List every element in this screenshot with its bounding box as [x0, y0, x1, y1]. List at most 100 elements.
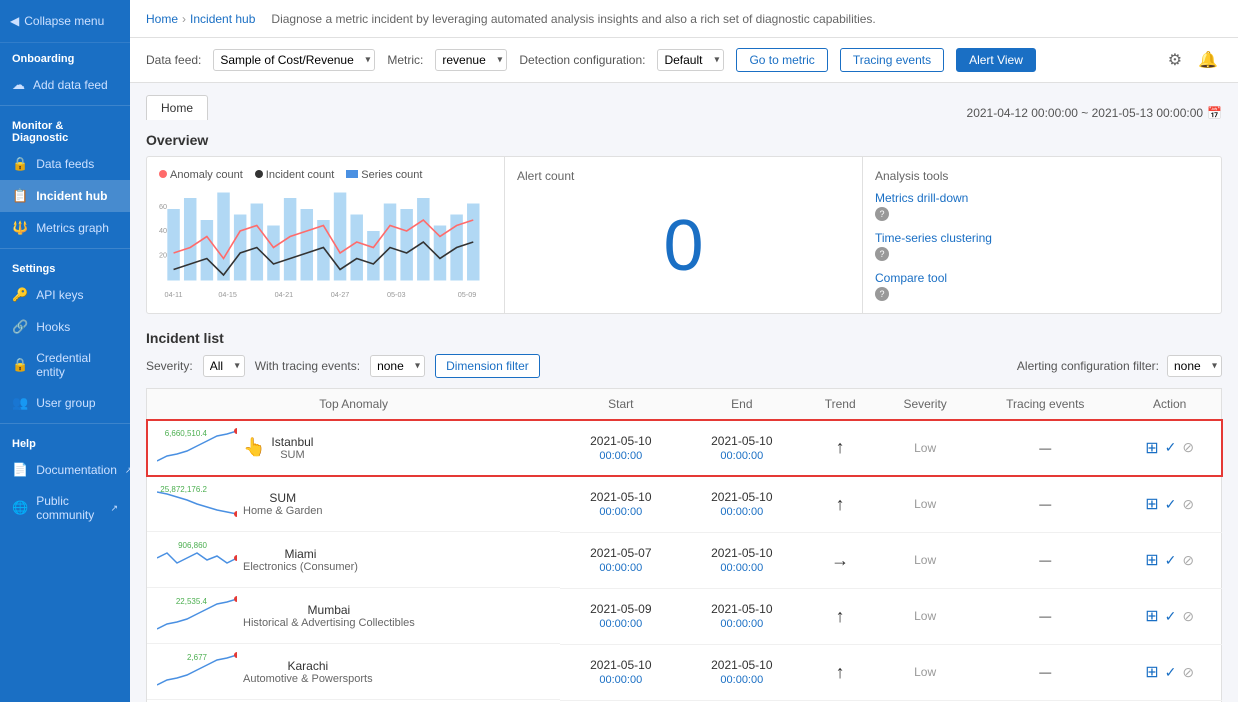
sidebar-item-incident-hub[interactable]: 📋 Incident hub: [0, 180, 130, 212]
detection-select[interactable]: Default: [657, 49, 724, 71]
sidebar-section-monitor: Monitor & Diagnostic: [0, 110, 130, 148]
col-action: Action: [1118, 389, 1221, 420]
diagnostic-action-icon[interactable]: ⊞: [1145, 494, 1158, 514]
tracing-events-cell: —: [972, 644, 1118, 700]
analysis-link-time-series-clustering[interactable]: Time-series clustering ?: [875, 231, 1209, 261]
sparkline-container: 2,677: [157, 650, 237, 693]
anomaly-name-block: MiamiElectronics (Consumer): [243, 547, 358, 573]
credential-icon: 🔒: [12, 357, 28, 373]
metric-select[interactable]: revenue: [435, 49, 507, 71]
start-date: 2021-05-10: [570, 434, 671, 448]
users-icon: 👥: [12, 395, 28, 411]
anomaly-location: Miami: [243, 547, 358, 561]
trend-cell: ↑: [802, 420, 878, 477]
sidebar-item-label: Credential entity: [36, 351, 118, 379]
check-action-icon[interactable]: ✓: [1165, 496, 1177, 513]
mute-action-icon[interactable]: ⊘: [1182, 439, 1194, 456]
sidebar-item-label: Metrics graph: [36, 221, 109, 235]
anomaly-category: Home & Garden: [243, 505, 322, 517]
check-action-icon[interactable]: ✓: [1165, 664, 1177, 681]
collapse-menu-button[interactable]: ◀ Collapse menu: [0, 0, 130, 43]
severity-select[interactable]: All: [203, 355, 245, 377]
sidebar-item-add-data-feed[interactable]: ☁ Add data feed: [0, 69, 130, 101]
sidebar-item-data-feeds[interactable]: 🔒 Data feeds: [0, 148, 130, 180]
sidebar-item-credential-entity[interactable]: 🔒 Credential entity: [0, 343, 130, 387]
tracing-events-select[interactable]: none: [370, 355, 425, 377]
end-cell: 2021-05-1000:00:00: [681, 420, 802, 477]
data-feed-select[interactable]: Sample of Cost/Revenue: [213, 49, 375, 71]
time-series-clustering-help-icon[interactable]: ?: [875, 247, 889, 261]
sparkline-chart: 25,872,176.2: [157, 482, 237, 522]
start-time-link[interactable]: 00:00:00: [599, 506, 642, 518]
sidebar-item-label: User group: [36, 396, 95, 410]
start-cell: 2021-05-1000:00:00: [560, 644, 681, 700]
end-time-link[interactable]: 00:00:00: [720, 674, 763, 686]
alert-view-button[interactable]: Alert View: [956, 48, 1036, 72]
compare-tool-help-icon[interactable]: ?: [875, 287, 889, 301]
check-action-icon[interactable]: ✓: [1165, 552, 1177, 569]
sidebar-item-user-group[interactable]: 👥 User group: [0, 387, 130, 419]
mute-action-icon[interactable]: ⊘: [1182, 496, 1194, 513]
legend-series: Series count: [346, 169, 422, 181]
cloud-icon: ☁: [12, 77, 25, 93]
mute-action-icon[interactable]: ⊘: [1182, 608, 1194, 625]
notification-icon-button[interactable]: 🔔: [1194, 46, 1222, 74]
sidebar-item-documentation[interactable]: 📄 Documentation ↗: [0, 454, 130, 486]
severity-filter-label: Severity:: [146, 359, 193, 373]
mute-action-icon[interactable]: ⊘: [1182, 552, 1194, 569]
alerting-config-select[interactable]: none: [1167, 355, 1222, 377]
start-time-link[interactable]: 00:00:00: [599, 674, 642, 686]
sidebar-section-onboarding: Onboarding: [0, 43, 130, 69]
mute-action-icon[interactable]: ⊘: [1182, 664, 1194, 681]
detection-select-wrap: Default: [657, 49, 724, 71]
metrics-drilldown-help-icon[interactable]: ?: [875, 207, 889, 221]
check-action-icon[interactable]: ✓: [1165, 608, 1177, 625]
metric-select-wrap: revenue: [435, 49, 507, 71]
tracing-events-value: —: [1039, 441, 1051, 455]
end-time-link[interactable]: 00:00:00: [720, 562, 763, 574]
end-time-link[interactable]: 00:00:00: [720, 618, 763, 630]
metrics-drilldown-link[interactable]: Metrics drill-down: [875, 191, 1209, 205]
end-time-link[interactable]: 00:00:00: [720, 506, 763, 518]
tracing-events-cell: —: [972, 476, 1118, 532]
start-cell: 2021-05-10 00:00:00: [560, 420, 681, 477]
diagnostic-action-icon[interactable]: ⊞: [1145, 606, 1158, 626]
breadcrumb-home[interactable]: Home: [146, 12, 178, 26]
controls-bar: Data feed: Sample of Cost/Revenue Metric…: [130, 38, 1238, 83]
anomaly-cell: 22,535.4MumbaiHistorical & Advertising C…: [147, 588, 560, 644]
home-tab[interactable]: Home: [146, 95, 208, 120]
controls-right: ⚙ 🔔: [1164, 46, 1222, 74]
diagnostic-action-icon[interactable]: ⊞: [1145, 550, 1158, 570]
breadcrumb-incident-hub[interactable]: Incident hub: [190, 12, 255, 26]
end-time-link[interactable]: 00:00:00: [720, 450, 763, 462]
sidebar-item-public-community[interactable]: 🌐 Public community ↗: [0, 486, 130, 530]
sidebar-item-hooks[interactable]: 🔗 Hooks: [0, 311, 130, 343]
sidebar-item-api-keys[interactable]: 🔑 API keys: [0, 279, 130, 311]
diagnostic-action-icon[interactable]: ⊞: [1145, 438, 1158, 458]
severity-cell: Low: [878, 476, 972, 532]
anomaly-location: Istanbul: [271, 435, 313, 449]
col-severity: Severity: [878, 389, 972, 420]
start-time-link[interactable]: 00:00:00: [599, 450, 642, 462]
severity-value: Low: [914, 497, 936, 511]
lock-icon: 🔒: [12, 156, 28, 172]
compare-tool-link[interactable]: Compare tool: [875, 271, 1209, 285]
time-series-clustering-link[interactable]: Time-series clustering: [875, 231, 1209, 245]
start-time-link[interactable]: 00:00:00: [599, 562, 642, 574]
action-cell: ⊞ ✓ ⊘: [1118, 588, 1221, 644]
analysis-link-compare-tool[interactable]: Compare tool ?: [875, 271, 1209, 301]
tracing-events-cell: —: [972, 588, 1118, 644]
analysis-link-metrics-drilldown[interactable]: Metrics drill-down ?: [875, 191, 1209, 221]
start-date: 2021-05-07: [570, 546, 671, 560]
svg-text:22,535.4: 22,535.4: [176, 597, 208, 606]
start-time-link[interactable]: 00:00:00: [599, 618, 642, 630]
diagnostic-action-icon[interactable]: ⊞: [1145, 662, 1158, 682]
check-action-icon[interactable]: ✓: [1165, 439, 1177, 456]
tracing-events-button[interactable]: Tracing events: [840, 48, 944, 72]
settings-icon-button[interactable]: ⚙: [1164, 46, 1186, 74]
anomaly-name-block: SUMHome & Garden: [243, 491, 322, 517]
dimension-filter-button[interactable]: Dimension filter: [435, 354, 540, 378]
table-header-row: Top Anomaly Start End Trend Severity Tra…: [147, 389, 1222, 420]
sidebar-item-metrics-graph[interactable]: 🔱 Metrics graph: [0, 212, 130, 244]
go-to-metric-button[interactable]: Go to metric: [736, 48, 827, 72]
